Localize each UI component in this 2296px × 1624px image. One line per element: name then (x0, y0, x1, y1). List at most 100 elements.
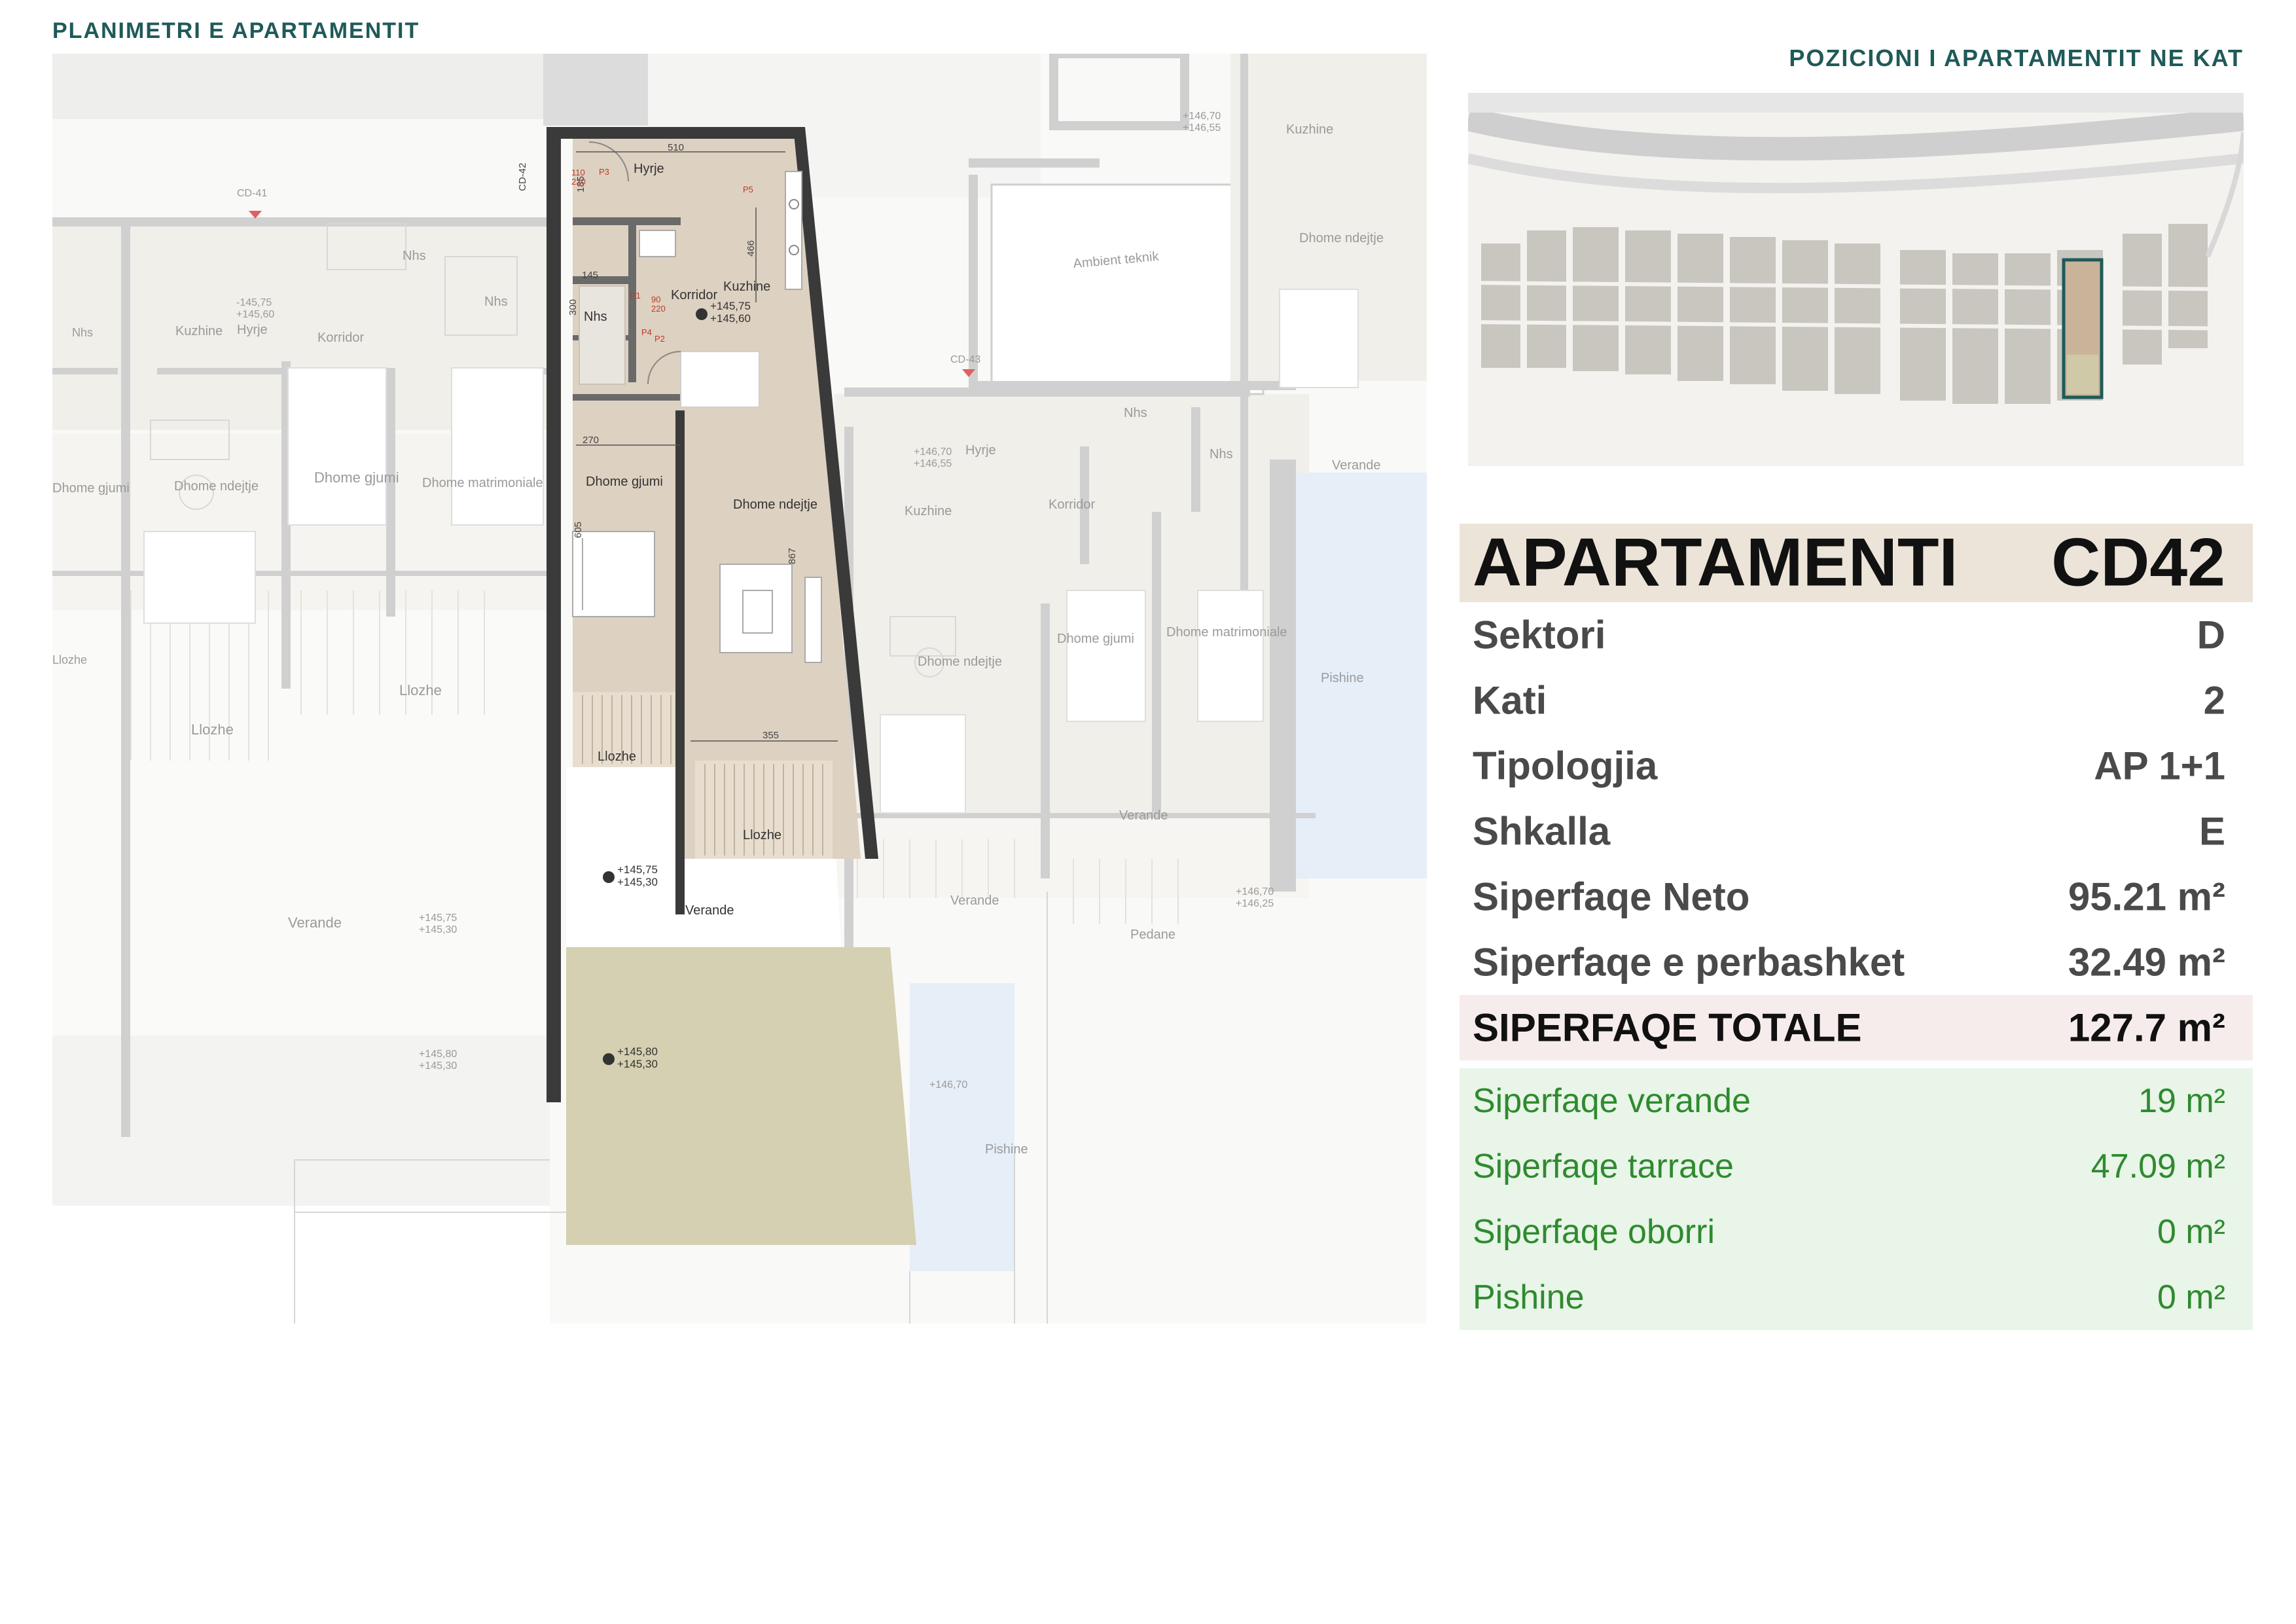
label-llozhe-left-2: Llozhe (191, 721, 234, 738)
apartment-label: APARTAMENTI (1473, 524, 1958, 601)
apartment-code: CD42 (2051, 524, 2225, 601)
room-label-nhs: Nhs (584, 310, 607, 324)
info-label: Siperfaqe e perbashket (1473, 940, 1905, 984)
dim-270: 270 (583, 435, 599, 446)
label-dhome-matr-right: Dhome matrimoniale (1166, 625, 1287, 640)
room-label-llozhe-2: Llozhe (743, 828, 781, 842)
info-label: Siperfaqe Neto (1473, 875, 1750, 919)
dim-300: 300 (567, 299, 579, 316)
level-main-b: +145,60 (710, 312, 751, 325)
label-pishine-1: Pishine (1321, 671, 1364, 685)
label-dhome-gjumi-right: Dhome gjumi (1057, 632, 1134, 646)
extra-row-oborri: Siperfaqe oborri 0 m² (1460, 1199, 2253, 1265)
info-value: D (2197, 613, 2225, 657)
extra-row-pishine: Pishine 0 m² (1460, 1265, 2253, 1330)
label-kuzhine-left: Kuzhine (175, 324, 223, 338)
info-row-perbashket: Siperfaqe e perbashket 32.49 m² (1460, 929, 2253, 995)
level-left-verande-a: +145,75 (419, 912, 457, 924)
info-row-neto: Siperfaqe Neto 95.21 m² (1460, 864, 2253, 929)
level-verande-a: +145,75 (617, 863, 658, 876)
door-tag-p5: P5 (743, 185, 753, 194)
label-nhs-left-1: Nhs (403, 249, 426, 263)
level-terrace-b: +145,30 (617, 1058, 658, 1070)
label-kuzhine-top-right: Kuzhine (1286, 122, 1333, 137)
level-pool: +146,70 (929, 1079, 967, 1091)
dim-867: 867 (787, 548, 798, 564)
label-dhome-matr-left: Dhome matrimoniale (422, 476, 543, 490)
unit-label-cd42: CD-42 (517, 163, 528, 191)
label-pishine-2: Pishine (985, 1142, 1028, 1157)
floor-position-map (1468, 93, 2244, 466)
plan-title: PLANIMETRI E APARTAMENTIT (52, 18, 420, 43)
extra-value: 47.09 m² (2090, 1147, 2225, 1185)
label-nhs-right-2: Nhs (1210, 447, 1233, 461)
info-row-sektori: Sektori D (1460, 602, 2253, 668)
info-value: 95.21 m² (2068, 875, 2225, 919)
extra-label: Siperfaqe verande (1473, 1082, 1751, 1120)
extra-value: 0 m² (2157, 1278, 2225, 1316)
terrace-area (566, 947, 916, 1245)
label-nhs-left-3: Nhs (72, 326, 93, 339)
dim-145: 145 (582, 270, 598, 281)
unit-label-cd41: CD-41 (237, 188, 267, 199)
label-dhome-ndejtje-top-right: Dhome ndejtje (1299, 231, 1384, 245)
info-row-shkalla: Shkalla E (1460, 799, 2253, 864)
level-left-a: -145,75 (236, 297, 272, 308)
label-verande-right-1: Verande (1332, 458, 1381, 473)
room-label-hyrje: Hyrje (634, 162, 664, 176)
label-llozhe-left-3: Llozhe (399, 682, 442, 698)
info-value: 2 (2203, 678, 2225, 723)
extra-value: 19 m² (2138, 1082, 2225, 1120)
room-label-llozhe-1: Llozhe (598, 749, 636, 764)
dim-466: 466 (745, 240, 757, 257)
label-pedane: Pedane (1130, 928, 1175, 942)
level-top-right-b: +146,55 (1183, 122, 1221, 134)
label-korridor-right: Korridor (1049, 497, 1095, 512)
door-tag-w3: 90 (651, 295, 660, 304)
room-label-dhome-gjumi: Dhome gjumi (586, 475, 663, 489)
level-right-verande-b: +146,25 (1236, 898, 1274, 909)
level-verande-b: +145,30 (617, 876, 658, 888)
dim-605: 605 (573, 522, 584, 538)
door-tag-w1: 110 (571, 168, 585, 177)
unit-label-cd43: CD-43 (950, 354, 980, 365)
apartment-header: APARTAMENTI CD42 (1460, 524, 2253, 602)
label-dhome-gjumi-left-2: Dhome gjumi (314, 469, 399, 486)
level-left-verande-b: +145,30 (419, 924, 457, 935)
level-left-b: +145,60 (236, 309, 274, 320)
floor-plan: .t { font-family:"Liberation Sans", sans… (52, 54, 1427, 1324)
door-tag-w4: 220 (651, 304, 666, 314)
left-neighbors: Hyrje Nhs Nhs Nhs Kuzhine Korridor Dhome… (52, 188, 550, 1324)
level-right-a: +146,70 (914, 446, 952, 458)
room-label-verande: Verande (685, 903, 734, 918)
dim-355: 355 (762, 730, 779, 741)
level-left-terrace-a: +145,80 (419, 1049, 457, 1060)
extra-row-tarrace: Siperfaqe tarrace 47.09 m² (1460, 1134, 2253, 1199)
label-korridor-left: Korridor (317, 331, 364, 345)
extra-label: Siperfaqe tarrace (1473, 1147, 1734, 1185)
position-title: POZICIONI I APARTAMENTIT NE KAT (1789, 45, 2244, 71)
label-verande-right-3: Verande (950, 893, 999, 908)
label-dhome-gjumi-left-1: Dhome gjumi (52, 481, 130, 496)
extra-value: 0 m² (2157, 1213, 2225, 1251)
info-row-total: SIPERFAQE TOTALE 127.7 m² (1460, 995, 2253, 1060)
extra-label: Siperfaqe oborri (1473, 1213, 1715, 1251)
door-tag-p3: P3 (599, 167, 609, 177)
extras-section: Siperfaqe verande 19 m² Siperfaqe tarrac… (1460, 1068, 2253, 1330)
info-label: Sektori (1473, 613, 1606, 657)
info-value: AP 1+1 (2094, 744, 2225, 788)
level-top-right-a: +146,70 (1183, 111, 1221, 122)
label-verande-right-2: Verande (1119, 808, 1168, 823)
total-label: SIPERFAQE TOTALE (1473, 1005, 1862, 1050)
label-verande-left: Verande (288, 914, 342, 931)
info-label: Tipologjia (1473, 744, 1658, 788)
door-tag-p4: P4 (641, 327, 652, 337)
info-label: Kati (1473, 678, 1547, 723)
level-right-b: +146,55 (914, 458, 952, 469)
apartment-info-panel: APARTAMENTI CD42 Sektori D Kati 2 Tipolo… (1460, 524, 2253, 1330)
room-label-dhome-ndejtje: Dhome ndejtje (733, 497, 817, 512)
info-value: E (2198, 809, 2225, 854)
info-row-tipologjia: Tipologjia AP 1+1 (1460, 733, 2253, 799)
room-label-kuzhine: Kuzhine (723, 280, 770, 294)
label-nhs-right-1: Nhs (1124, 406, 1147, 420)
